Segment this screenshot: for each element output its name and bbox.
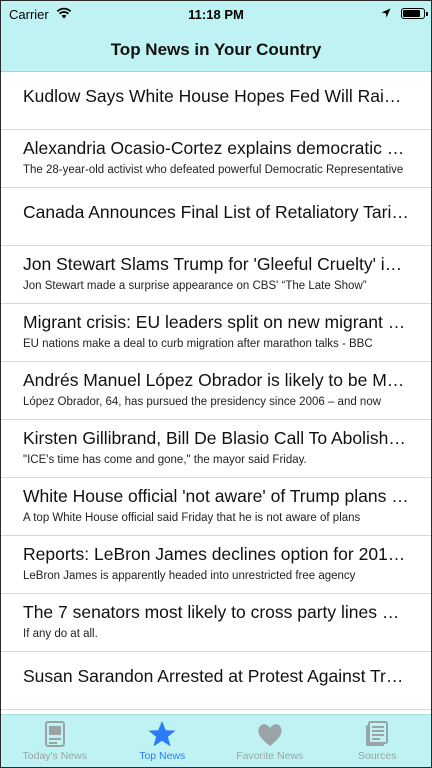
news-description: EU nations make a deal to curb migration… — [23, 338, 373, 350]
tab-label: Favorite News — [236, 750, 304, 762]
status-bar: Carrier 11:18 PM — [1, 1, 431, 29]
heart-icon — [255, 720, 285, 750]
news-row[interactable]: The 7 senators most likely to cross part… — [1, 594, 431, 652]
news-row[interactable]: Andrés Manuel López Obrador is likely to… — [1, 362, 431, 420]
news-row[interactable]: Kudlow Says White House Hopes Fed Will R… — [1, 72, 431, 130]
news-row[interactable]: Susan Sarandon Arrested at Protest Again… — [1, 652, 431, 710]
news-row[interactable]: Alexandria Ocasio-Cortez explains democr… — [1, 130, 431, 188]
star-icon — [147, 720, 177, 750]
newspaper-icon — [40, 720, 70, 750]
tab-label: Today's News — [22, 750, 87, 762]
tab-label: Sources — [357, 750, 397, 762]
news-title: Susan Sarandon Arrested at Protest Again… — [23, 666, 409, 686]
news-description: LeBron James is apparently headed into u… — [23, 570, 356, 582]
news-row[interactable]: Kirsten Gillibrand, Bill De Blasio Call … — [1, 420, 431, 478]
tab-bar: Today's News Top News Favorite News Sources — [1, 714, 431, 767]
news-row[interactable]: Migrant crisis: EU leaders split on new … — [1, 304, 431, 362]
news-title: Migrant crisis: EU leaders split on new … — [23, 312, 409, 332]
news-row[interactable]: White House official 'not aware' of Trum… — [1, 478, 431, 536]
news-row[interactable]: Jon Stewart Slams Trump for 'Gleeful Cru… — [1, 246, 431, 304]
tab-sources[interactable]: Sources — [324, 715, 432, 767]
nav-bar: Top News in Your Country — [1, 29, 431, 72]
news-description: López Obrador, 64, has pursued the presi… — [23, 396, 382, 408]
news-description: A top White House official said Friday t… — [23, 512, 361, 524]
news-row[interactable]: Canada Announces Final List of Retaliato… — [1, 188, 431, 246]
tab-heart[interactable]: Favorite News — [216, 715, 324, 767]
status-time: 11:18 PM — [188, 7, 244, 22]
news-title: Kudlow Says White House Hopes Fed Will R… — [23, 86, 409, 106]
news-title: Andrés Manuel López Obrador is likely to… — [23, 370, 409, 390]
tab-label: Top News — [139, 750, 186, 762]
battery-icon — [401, 8, 428, 19]
location-arrow-icon — [381, 8, 391, 18]
news-description: If any do at all. — [23, 628, 98, 640]
tab-star[interactable]: Top News — [109, 715, 217, 767]
news-title: White House official 'not aware' of Trum… — [23, 486, 409, 506]
app-window: Carrier 11:18 PM Top News in Your Countr… — [0, 0, 432, 768]
news-row[interactable]: Reports: LeBron James declines option fo… — [1, 536, 431, 594]
battery-level — [403, 10, 420, 17]
news-title: The 7 senators most likely to cross part… — [23, 602, 409, 622]
news-description: The 28-year-old activist who defeated po… — [23, 164, 404, 176]
news-description: Jon Stewart made a surprise appearance o… — [23, 280, 367, 292]
news-title: Canada Announces Final List of Retaliato… — [23, 202, 409, 222]
page-title: Top News in Your Country — [110, 40, 322, 59]
tab-newspaper[interactable]: Today's News — [1, 715, 109, 767]
news-list[interactable]: Kudlow Says White House Hopes Fed Will R… — [1, 72, 431, 716]
sources-icon — [362, 720, 392, 750]
news-title: Jon Stewart Slams Trump for 'Gleeful Cru… — [23, 254, 409, 274]
news-title: Reports: LeBron James declines option fo… — [23, 544, 409, 564]
news-title: Kirsten Gillibrand, Bill De Blasio Call … — [23, 428, 409, 448]
news-title: Alexandria Ocasio-Cortez explains democr… — [23, 138, 409, 158]
news-description: "ICE's time has come and gone," the mayo… — [23, 454, 307, 466]
